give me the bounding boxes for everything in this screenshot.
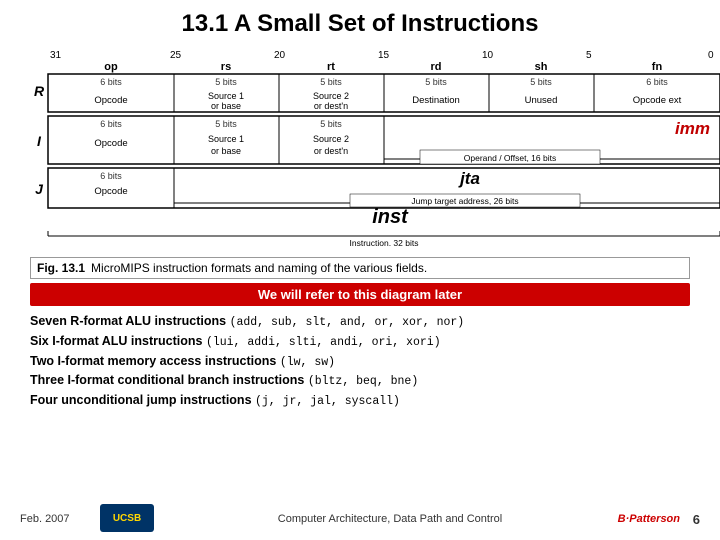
page: 13.1 A Small Set of Instructions 31 25 2… xyxy=(0,0,720,540)
svg-text:sh: sh xyxy=(535,61,548,73)
svg-text:op: op xyxy=(104,61,118,73)
footer: Feb. 2007 UCSB Computer Architecture, Da… xyxy=(0,504,720,534)
footer-date: Feb. 2007 xyxy=(20,513,100,525)
fig-num: Fig. 13.1 xyxy=(37,261,85,275)
svg-text:5 bits: 5 bits xyxy=(320,77,342,87)
ucsb-logo: UCSB xyxy=(100,504,154,532)
svg-text:31: 31 xyxy=(50,50,62,61)
svg-text:Source 1: Source 1 xyxy=(208,134,244,144)
brand-name: B·Patterson xyxy=(618,513,680,525)
svg-text:5 bits: 5 bits xyxy=(215,119,237,129)
page-title: 13.1 A Small Set of Instructions xyxy=(20,10,700,38)
svg-text:6 bits: 6 bits xyxy=(100,77,122,87)
footer-page: 6 xyxy=(680,512,700,527)
svg-text:rd: rd xyxy=(431,61,442,73)
footer-brand-logo: B·Patterson xyxy=(610,513,680,525)
svg-text:R: R xyxy=(34,83,45,99)
svg-text:Source 2: Source 2 xyxy=(313,91,349,101)
svg-text:20: 20 xyxy=(274,50,286,61)
svg-text:5 bits: 5 bits xyxy=(320,119,342,129)
item-prefix: Seven R-format ALU instructions xyxy=(30,314,230,328)
svg-text:or dest'n: or dest'n xyxy=(314,146,348,156)
list-item: Three I-format conditional branch instru… xyxy=(30,371,690,391)
list-item: Six I-format ALU instructions (lui, addi… xyxy=(30,332,690,352)
svg-text:Source 1: Source 1 xyxy=(208,91,244,101)
svg-text:5 bits: 5 bits xyxy=(530,77,552,87)
svg-text:rs: rs xyxy=(221,61,231,73)
item-prefix: Three I-format conditional branch instru… xyxy=(30,373,308,387)
item-detail: (bltz, beq, bne) xyxy=(308,375,418,388)
list-item: Seven R-format ALU instructions (add, su… xyxy=(30,312,690,332)
svg-text:10: 10 xyxy=(482,50,494,61)
item-prefix: Six I-format ALU instructions xyxy=(30,334,206,348)
svg-text:or base: or base xyxy=(211,146,241,156)
svg-text:J: J xyxy=(35,181,44,197)
highlight-banner: We will refer to this diagram later xyxy=(30,283,690,306)
svg-text:Opcode ext: Opcode ext xyxy=(633,95,682,106)
svg-text:Opcode: Opcode xyxy=(94,138,127,149)
svg-text:Opcode: Opcode xyxy=(94,95,127,106)
logo-text: UCSB xyxy=(113,513,141,524)
svg-text:0: 0 xyxy=(708,50,714,61)
item-prefix: Four unconditional jump instructions xyxy=(30,393,255,407)
svg-text:Unused: Unused xyxy=(525,95,558,106)
footer-logo: UCSB xyxy=(100,504,160,534)
item-detail: (j, jr, jal, syscall) xyxy=(255,395,400,408)
item-detail: (lui, addi, slti, andi, ori, xori) xyxy=(206,336,441,349)
svg-text:Operand / Offset, 16 bits: Operand / Offset, 16 bits xyxy=(464,153,556,163)
svg-text:or dest'n: or dest'n xyxy=(314,101,348,111)
svg-text:I: I xyxy=(37,133,42,149)
svg-text:15: 15 xyxy=(378,50,390,61)
svg-text:Destination: Destination xyxy=(412,95,460,106)
svg-text:6 bits: 6 bits xyxy=(646,77,668,87)
svg-text:imm: imm xyxy=(675,119,710,138)
fig-caption-text: MicroMIPS instruction formats and naming… xyxy=(91,261,427,275)
footer-center-text: Computer Architecture, Data Path and Con… xyxy=(170,513,610,525)
list-item: Four unconditional jump instructions (j,… xyxy=(30,391,690,411)
fig-caption: Fig. 13.1 MicroMIPS instruction formats … xyxy=(30,257,690,279)
svg-text:Source 2: Source 2 xyxy=(313,134,349,144)
svg-text:rt: rt xyxy=(327,61,335,73)
svg-text:5: 5 xyxy=(586,50,592,61)
svg-text:5 bits: 5 bits xyxy=(215,77,237,87)
item-detail: (lw, sw) xyxy=(280,356,335,369)
svg-text:6 bits: 6 bits xyxy=(100,171,122,181)
item-detail: (add, sub, slt, and, or, xor, nor) xyxy=(230,316,465,329)
svg-text:jta: jta xyxy=(458,169,480,188)
svg-text:Jump target address, 26 bits: Jump target address, 26 bits xyxy=(411,196,518,206)
list-item: Two I-format memory access instructions … xyxy=(30,352,690,372)
svg-text:Opcode: Opcode xyxy=(94,186,127,197)
svg-text:6 bits: 6 bits xyxy=(100,119,122,129)
diagram-area: 31 25 20 15 10 5 0 op rs rt rd sh fn R xyxy=(30,46,690,251)
svg-text:or base: or base xyxy=(211,101,241,111)
svg-text:25: 25 xyxy=(170,50,182,61)
instructions-list: Seven R-format ALU instructions (add, su… xyxy=(30,312,690,411)
svg-text:inst: inst xyxy=(372,206,409,228)
item-prefix: Two I-format memory access instructions xyxy=(30,354,280,368)
svg-text:Instruction, 32 bits: Instruction, 32 bits xyxy=(350,238,419,246)
instruction-diagram: 31 25 20 15 10 5 0 op rs rt rd sh fn R xyxy=(30,46,720,246)
svg-text:fn: fn xyxy=(652,61,663,73)
svg-text:5 bits: 5 bits xyxy=(425,77,447,87)
